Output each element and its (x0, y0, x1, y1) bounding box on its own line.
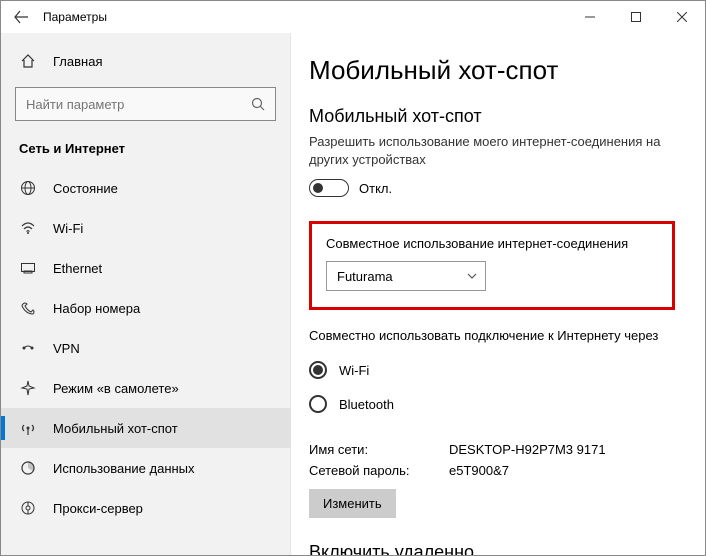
sidebar-item-label: Прокси-сервер (53, 501, 143, 516)
network-name-row: Имя сети: DESKTOP-H92P7M3 9171 (309, 439, 675, 460)
home-icon (19, 53, 37, 69)
sidebar-home-label: Главная (53, 54, 102, 69)
sidebar-item-label: VPN (53, 341, 80, 356)
network-pass-row: Сетевой пароль: e5T900&7 (309, 460, 675, 481)
vpn-icon (19, 340, 37, 356)
radio-label: Wi-Fi (339, 363, 369, 378)
sidebar-item-ethernet[interactable]: Ethernet (1, 248, 290, 288)
sidebar: Главная Сеть и Интернет Состояние Wi-Fi … (1, 33, 291, 555)
window-body: Главная Сеть и Интернет Состояние Wi-Fi … (1, 33, 705, 555)
minimize-button[interactable] (567, 1, 613, 33)
via-radio-bluetooth[interactable]: Bluetooth (309, 387, 675, 421)
sidebar-item-datausage[interactable]: Использование данных (1, 448, 290, 488)
wifi-icon (19, 220, 37, 236)
sidebar-item-proxy[interactable]: Прокси-сервер (1, 488, 290, 528)
share-dropdown[interactable]: Futurama (326, 261, 486, 291)
sidebar-item-dialup[interactable]: Набор номера (1, 288, 290, 328)
share-dropdown-value: Futurama (337, 269, 393, 284)
content-pane: Мобильный хот-спот Мобильный хот-спот Ра… (291, 33, 705, 555)
hotspot-icon (19, 420, 37, 436)
sidebar-item-label: Мобильный хот-спот (53, 421, 178, 436)
search-input[interactable] (16, 97, 241, 112)
dialup-icon (19, 300, 37, 316)
airplane-icon (19, 380, 37, 396)
sidebar-item-label: Состояние (53, 181, 118, 196)
search-icon (241, 97, 275, 111)
datausage-icon (19, 460, 37, 476)
proxy-icon (19, 500, 37, 516)
sidebar-item-label: Режим «в самолете» (53, 381, 179, 396)
via-radio-wifi[interactable]: Wi-Fi (309, 353, 675, 387)
share-highlight: Совместное использование интернет-соедин… (309, 221, 675, 310)
sidebar-category: Сеть и Интернет (1, 135, 290, 168)
sidebar-item-wifi[interactable]: Wi-Fi (1, 208, 290, 248)
via-label: Совместно использовать подключение к Инт… (309, 328, 675, 343)
sidebar-item-airplane[interactable]: Режим «в самолете» (1, 368, 290, 408)
sidebar-item-label: Набор номера (53, 301, 140, 316)
hotspot-toggle-label: Откл. (359, 181, 392, 196)
edit-button[interactable]: Изменить (309, 489, 396, 518)
network-name-key: Имя сети: (309, 442, 449, 457)
sidebar-item-status[interactable]: Состояние (1, 168, 290, 208)
radio-icon (309, 395, 327, 413)
radio-icon (309, 361, 327, 379)
back-button[interactable] (7, 3, 35, 31)
titlebar: Параметры (1, 1, 705, 33)
close-button[interactable] (659, 1, 705, 33)
hotspot-toggle-row: Откл. (309, 179, 675, 197)
search-input-wrap[interactable] (15, 87, 276, 121)
page-title: Мобильный хот-спот (309, 55, 675, 86)
chevron-down-icon (467, 273, 477, 279)
window-controls (567, 1, 705, 33)
window-title: Параметры (43, 10, 567, 24)
via-radio-group: Wi-Fi Bluetooth (309, 353, 675, 421)
hotspot-desc: Разрешить использование моего интернет-с… (309, 133, 675, 169)
remote-title: Включить удаленно (309, 542, 675, 555)
network-pass-key: Сетевой пароль: (309, 463, 449, 478)
share-label: Совместное использование интернет-соедин… (326, 236, 658, 251)
hotspot-toggle[interactable] (309, 179, 349, 197)
radio-label: Bluetooth (339, 397, 394, 412)
sidebar-item-label: Ethernet (53, 261, 102, 276)
settings-window: Параметры Главная (0, 0, 706, 556)
network-name-value: DESKTOP-H92P7M3 9171 (449, 442, 606, 457)
sidebar-item-label: Использование данных (53, 461, 195, 476)
globe-icon (19, 180, 37, 196)
sidebar-item-hotspot[interactable]: Мобильный хот-спот (1, 408, 290, 448)
ethernet-icon (19, 260, 37, 276)
hotspot-title: Мобильный хот-спот (309, 106, 675, 127)
maximize-button[interactable] (613, 1, 659, 33)
network-pass-value: e5T900&7 (449, 463, 509, 478)
sidebar-item-label: Wi-Fi (53, 221, 83, 236)
sidebar-item-vpn[interactable]: VPN (1, 328, 290, 368)
sidebar-home[interactable]: Главная (1, 43, 290, 79)
